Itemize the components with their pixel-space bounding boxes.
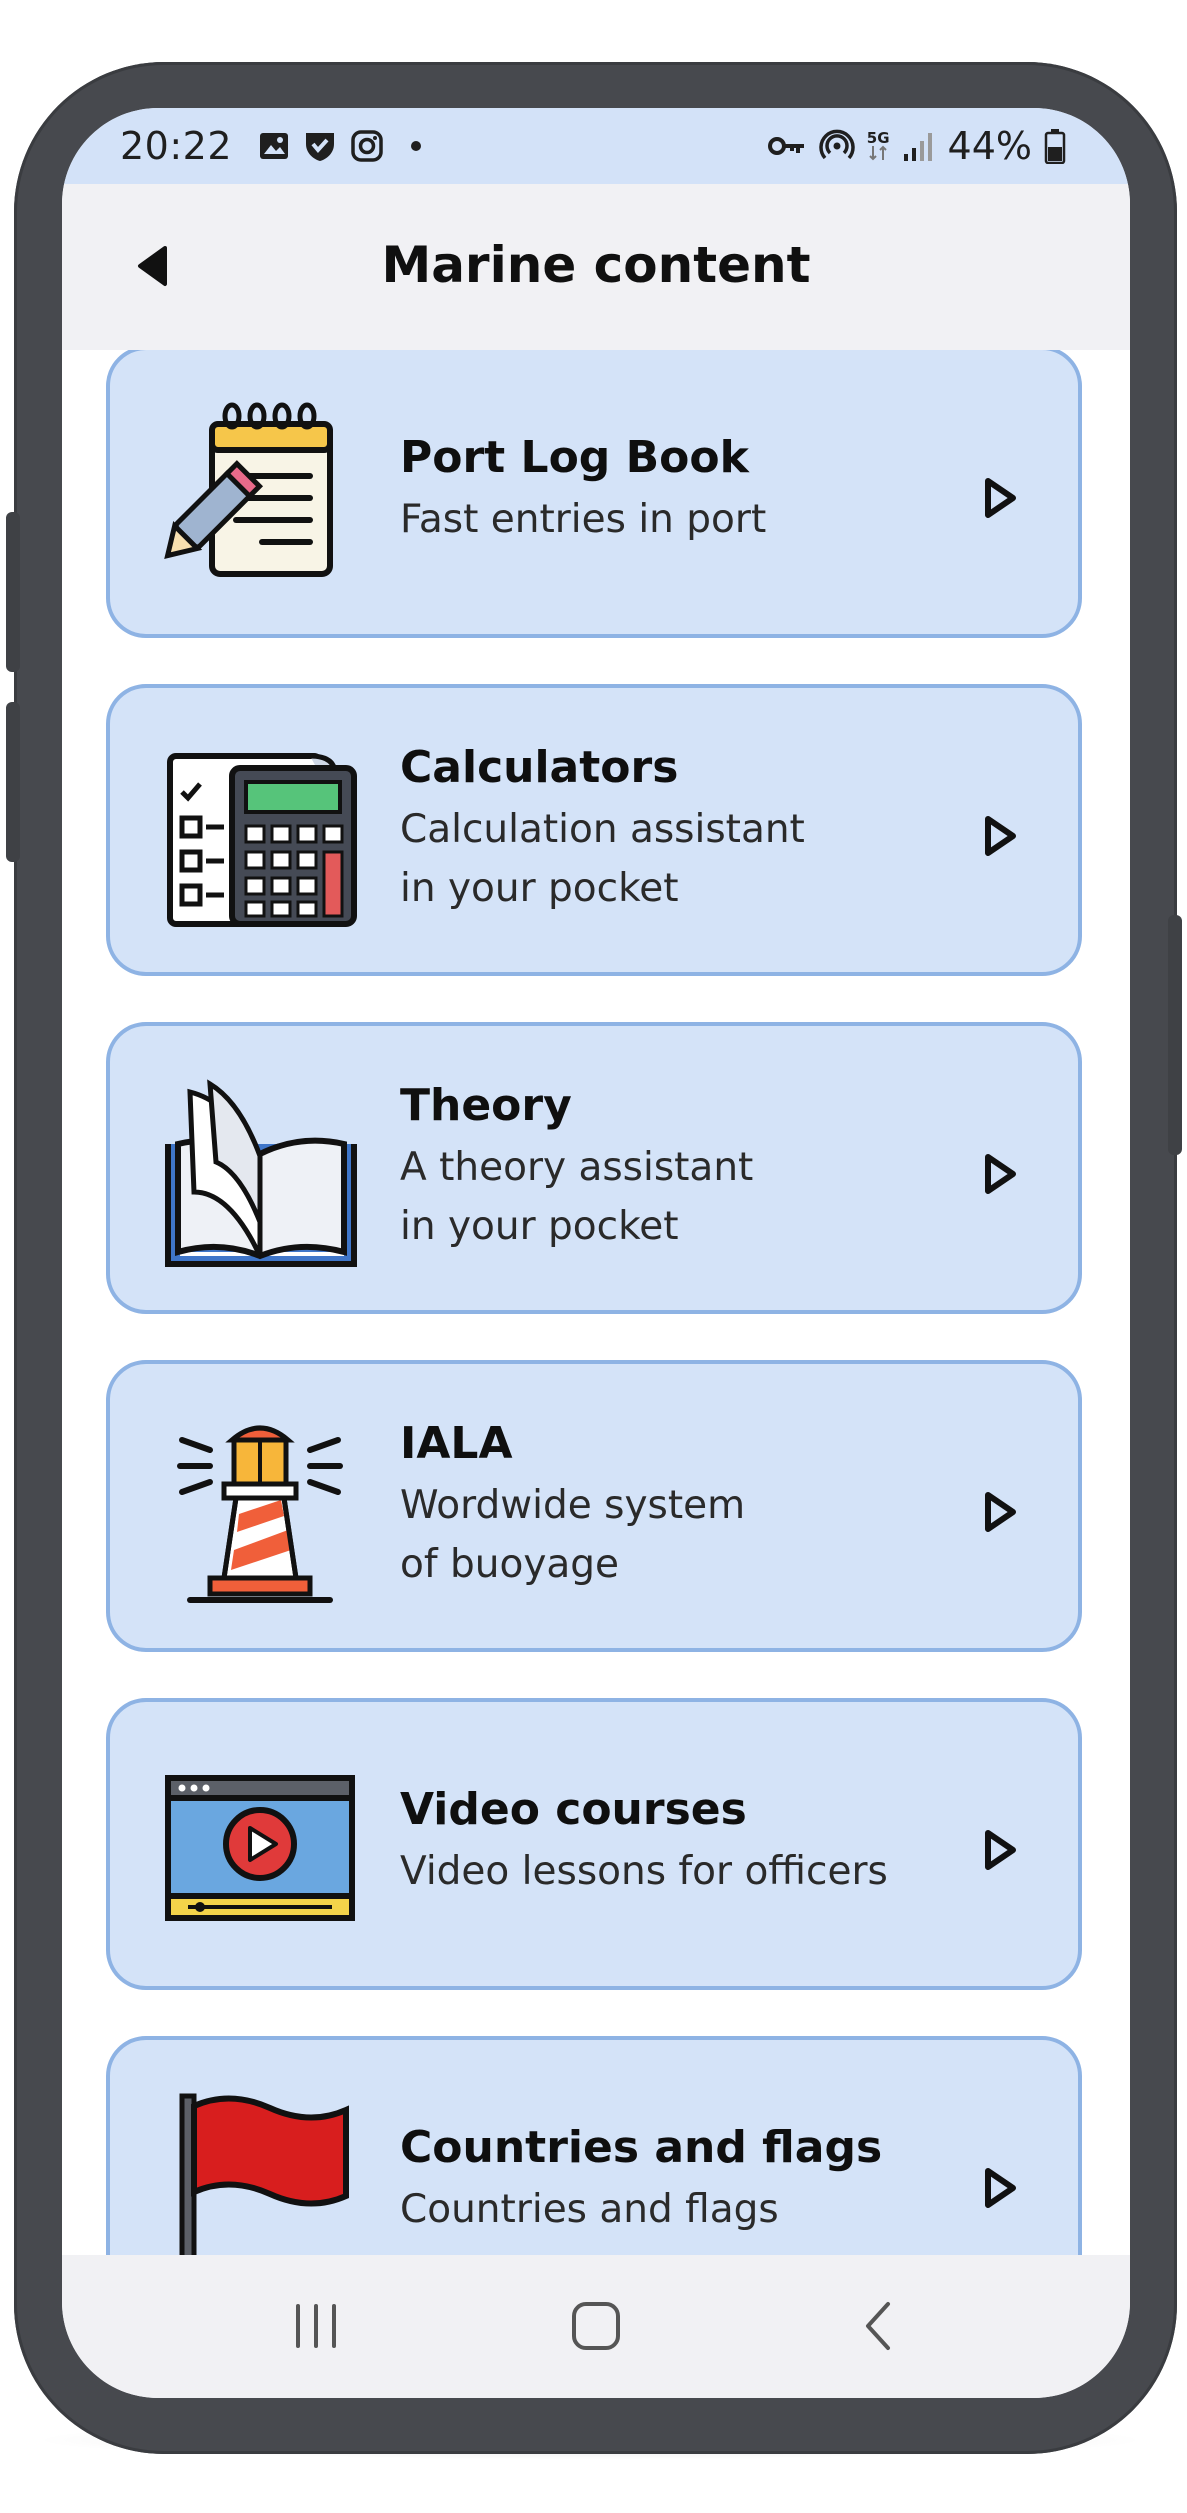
instagram-icon: [350, 129, 384, 163]
red-flag-icon: [160, 2086, 360, 2255]
status-bar: 20:22 5G 44%: [62, 108, 1130, 184]
gallery-icon: [258, 130, 290, 162]
status-time: 20:22: [120, 124, 233, 168]
hotspot-icon: [819, 128, 855, 164]
app-bar: Marine content: [62, 184, 1130, 350]
card-title: Theory: [400, 1080, 572, 1131]
shield-check-icon: [302, 128, 338, 164]
chevron-right-icon: [980, 1828, 1020, 1872]
card-title: IALA: [400, 1418, 513, 1469]
card-subtitle: Fast entries in port: [400, 497, 767, 542]
card-video-courses[interactable]: Video courses Video lessons for officers: [106, 1698, 1082, 1990]
page-title: Marine content: [381, 236, 811, 294]
card-iala[interactable]: IALA Wordwide system of buoyage: [106, 1360, 1082, 1652]
system-nav-bar: [62, 2255, 1130, 2398]
home-button[interactable]: [556, 2291, 636, 2361]
chevron-right-icon: [980, 476, 1020, 520]
recents-icon: [296, 2304, 336, 2348]
card-port-log-book[interactable]: Port Log Book Fast entries in port: [106, 350, 1082, 638]
card-title: Calculators: [400, 742, 679, 793]
chevron-right-icon: [980, 1490, 1020, 1534]
card-subtitle: A theory assistant: [400, 1145, 754, 1190]
video-player-icon: [160, 1748, 360, 1948]
battery-percent: 44%: [947, 124, 1032, 168]
recents-button[interactable]: [276, 2291, 356, 2361]
card-subtitle: Wordwide system: [400, 1483, 746, 1528]
card-subtitle: Countries and flags: [400, 2187, 779, 2232]
card-theory[interactable]: Theory A theory assistant in your pocket: [106, 1022, 1082, 1314]
card-title: Port Log Book: [400, 432, 749, 483]
card-subtitle: in your pocket: [400, 1204, 679, 1249]
chevron-right-icon: [980, 1152, 1020, 1196]
card-subtitle: of buoyage: [400, 1542, 620, 1587]
lighthouse-icon: [160, 1410, 360, 1610]
card-subtitle: Calculation assistant: [400, 807, 805, 852]
screen: 20:22 5G 44% Marine content Port Log Boo…: [62, 108, 1130, 2398]
card-title: Video courses: [400, 1784, 747, 1835]
nav-back-button[interactable]: [838, 2291, 918, 2361]
power-button: [1168, 915, 1182, 1155]
card-calculators[interactable]: Calculators Calculation assistant in you…: [106, 684, 1082, 976]
chevron-right-icon: [980, 814, 1020, 858]
home-icon: [572, 2302, 620, 2350]
card-title: Countries and flags: [400, 2122, 883, 2173]
volume-down-button: [6, 702, 20, 862]
dot-icon: [410, 140, 422, 152]
notepad-pencil-icon: [160, 396, 360, 596]
battery-icon: [1044, 128, 1066, 164]
nav-back-icon: [866, 2302, 890, 2350]
content-list[interactable]: Port Log Book Fast entries in port Calcu…: [62, 350, 1130, 2255]
open-book-icon: [160, 1072, 360, 1272]
card-subtitle: in your pocket: [400, 866, 679, 911]
volume-up-button: [6, 512, 20, 672]
calculator-checklist-icon: [160, 734, 360, 934]
5g-icon: 5G: [867, 131, 890, 161]
card-subtitle: Video lessons for officers: [400, 1849, 888, 1894]
card-countries-and-flags[interactable]: Countries and flags Countries and flags: [106, 2036, 1082, 2255]
chevron-right-icon: [980, 2166, 1020, 2210]
vpn-key-icon: [767, 134, 807, 158]
signal-icon: [902, 130, 936, 162]
